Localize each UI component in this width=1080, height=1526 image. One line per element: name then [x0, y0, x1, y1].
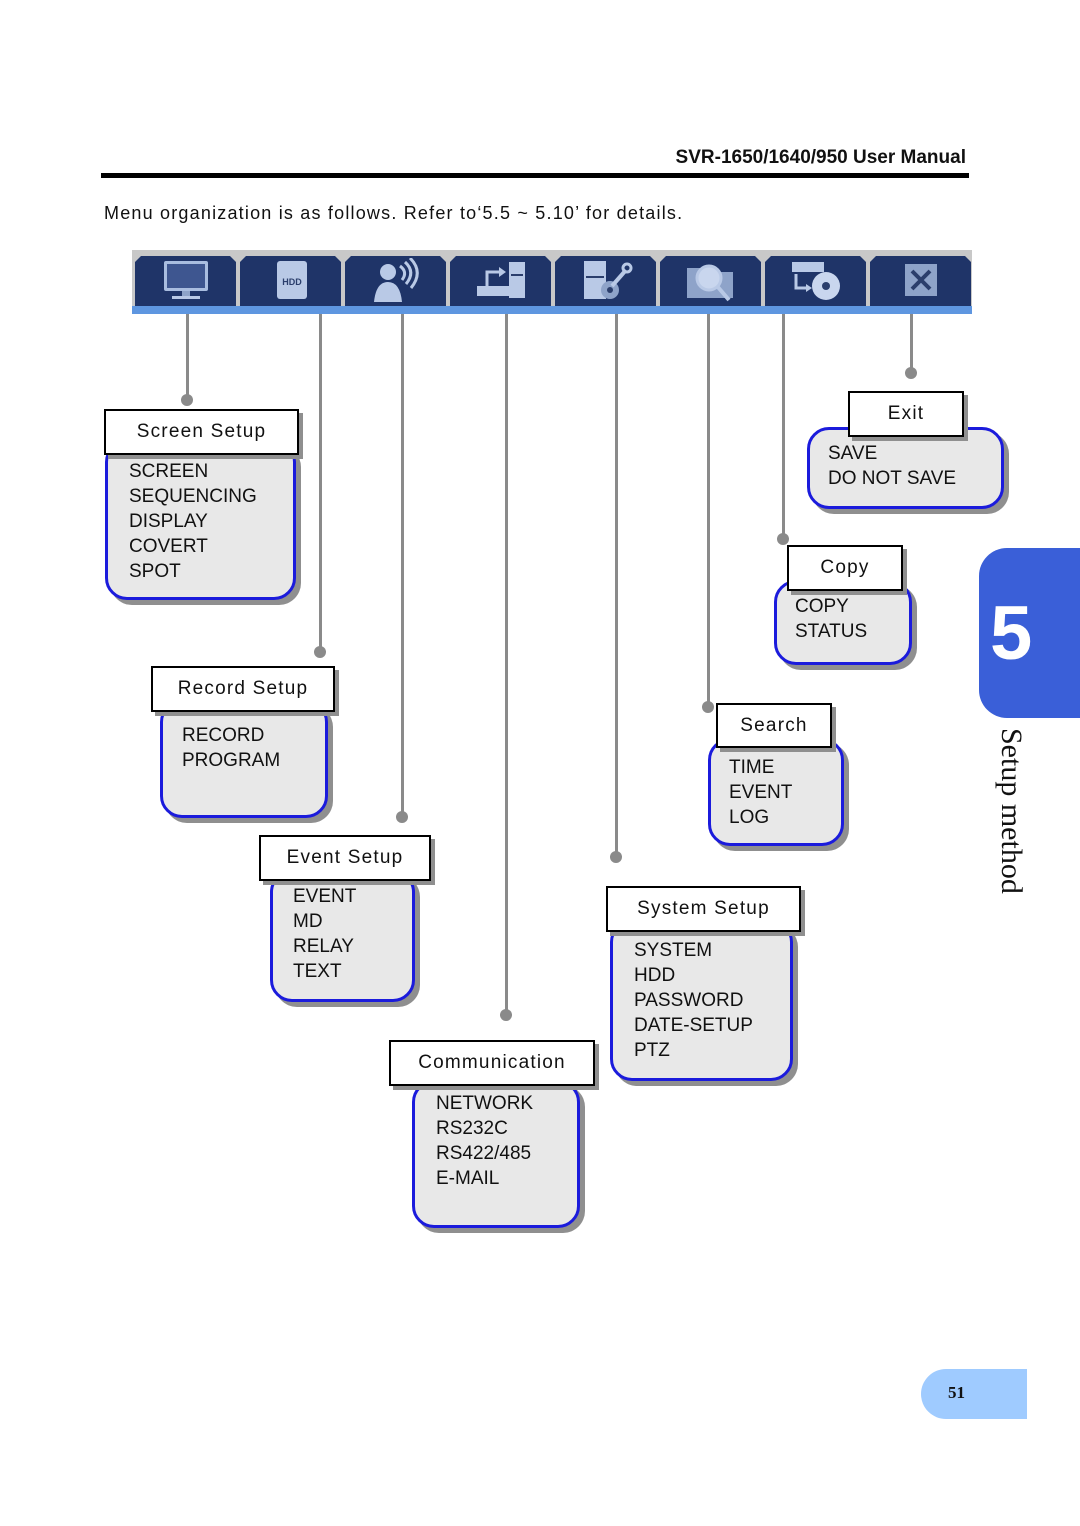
record-setup-title: Record Setup [151, 666, 335, 712]
connector-dot [702, 701, 714, 713]
connector-copy [782, 314, 785, 538]
connector-exit [910, 314, 913, 370]
connector-dot [905, 367, 917, 379]
tab-copy[interactable] [765, 256, 866, 306]
menu-item-display[interactable]: DISPLAY [129, 509, 257, 534]
menu-item-time[interactable]: TIME [729, 755, 792, 780]
menu-item-event-log[interactable]: EVENT [729, 780, 792, 805]
intro-text: Menu organization is as follows. Refer t… [104, 203, 684, 223]
menu-item-text[interactable]: TEXT [293, 959, 356, 984]
menu-item-record[interactable]: RECORD [182, 723, 280, 748]
manual-title: SVR-1650/1640/950 User Manual [675, 147, 966, 168]
connector-dot [777, 533, 789, 545]
tab-screen-setup[interactable] [135, 256, 236, 306]
search-title: Search [716, 703, 832, 748]
menu-item-password[interactable]: PASSWORD [634, 988, 753, 1013]
page-number: 51 [948, 1383, 965, 1402]
menu-item-save[interactable]: SAVE [828, 441, 956, 466]
copy-title: Copy [787, 545, 903, 591]
connector-dot [314, 646, 326, 658]
menu-item-hdd[interactable]: HDD [634, 963, 753, 988]
connector-record-setup [319, 314, 322, 648]
header-divider [101, 173, 969, 178]
connector-dot [396, 811, 408, 823]
system-wrench-icon [578, 258, 634, 304]
menu-item-status[interactable]: STATUS [795, 619, 867, 644]
menu-item-relay[interactable]: RELAY [293, 934, 356, 959]
menu-item-rs232c[interactable]: RS232C [436, 1116, 533, 1141]
tab-search[interactable] [660, 256, 761, 306]
connector-screen-setup [186, 314, 189, 400]
chapter-number: 5 [990, 591, 1033, 676]
chapter-label: Setup method [995, 728, 1028, 894]
monitor-icon [158, 258, 214, 304]
system-setup-title: System Setup [606, 886, 801, 932]
connector-dot [181, 394, 193, 406]
menu-item-md[interactable]: MD [293, 909, 356, 934]
menu-item-rs422-485[interactable]: RS422/485 [436, 1141, 533, 1166]
event-person-icon [368, 258, 424, 304]
connector-dot [500, 1009, 512, 1021]
menu-item-spot[interactable]: SPOT [129, 559, 257, 584]
menu-item-date-setup[interactable]: DATE-SETUP [634, 1013, 753, 1038]
page-number-tab: 51 [921, 1369, 1027, 1419]
record-setup-items: RECORD PROGRAM [182, 723, 280, 773]
toolbar-accent-bar [132, 306, 972, 314]
copy-disc-icon [788, 258, 844, 304]
menu-item-covert[interactable]: COVERT [129, 534, 257, 559]
connector-dot [610, 851, 622, 863]
connector-system-setup [615, 314, 618, 854]
screen-setup-title: Screen Setup [104, 409, 299, 455]
connector-communication [505, 314, 508, 1014]
event-setup-items: EVENT MD RELAY TEXT [293, 884, 356, 984]
menu-item-system[interactable]: SYSTEM [634, 938, 753, 963]
communication-title: Communication [389, 1040, 595, 1086]
menu-item-screen[interactable]: SCREEN [129, 459, 257, 484]
connector-search [707, 314, 710, 706]
menu-item-program[interactable]: PROGRAM [182, 748, 280, 773]
event-setup-title: Event Setup [259, 835, 431, 881]
tab-system-setup[interactable] [555, 256, 656, 306]
menu-item-do-not-save[interactable]: DO NOT SAVE [828, 466, 956, 491]
menu-item-event[interactable]: EVENT [293, 884, 356, 909]
hdd-icon: HDD [263, 258, 319, 304]
menu-item-network[interactable]: NETWORK [436, 1091, 533, 1116]
system-setup-items: SYSTEM HDD PASSWORD DATE-SETUP PTZ [634, 938, 753, 1063]
tab-exit[interactable] [870, 256, 971, 306]
menu-item-sequencing[interactable]: SEQUENCING [129, 484, 257, 509]
tab-record-setup[interactable]: HDD [240, 256, 341, 306]
search-folder-icon [683, 258, 739, 304]
menu-item-copy[interactable]: COPY [795, 594, 867, 619]
communication-items: NETWORK RS232C RS422/485 E-MAIL [436, 1091, 533, 1191]
close-icon [893, 258, 949, 304]
communication-icon [473, 258, 529, 304]
menu-item-log[interactable]: LOG [729, 805, 792, 830]
menu-toolbar: HDD [132, 250, 972, 314]
search-items: TIME EVENT LOG [729, 755, 792, 830]
menu-item-ptz[interactable]: PTZ [634, 1038, 753, 1063]
exit-items: SAVE DO NOT SAVE [828, 441, 956, 491]
exit-title: Exit [848, 391, 964, 437]
copy-items: COPY STATUS [795, 594, 867, 644]
menu-item-email[interactable]: E-MAIL [436, 1166, 533, 1191]
screen-setup-items: SCREEN SEQUENCING DISPLAY COVERT SPOT [129, 459, 257, 584]
tab-event-setup[interactable] [345, 256, 446, 306]
connector-event-setup [401, 314, 404, 814]
tab-communication[interactable] [450, 256, 551, 306]
hdd-label: HDD [282, 277, 302, 287]
